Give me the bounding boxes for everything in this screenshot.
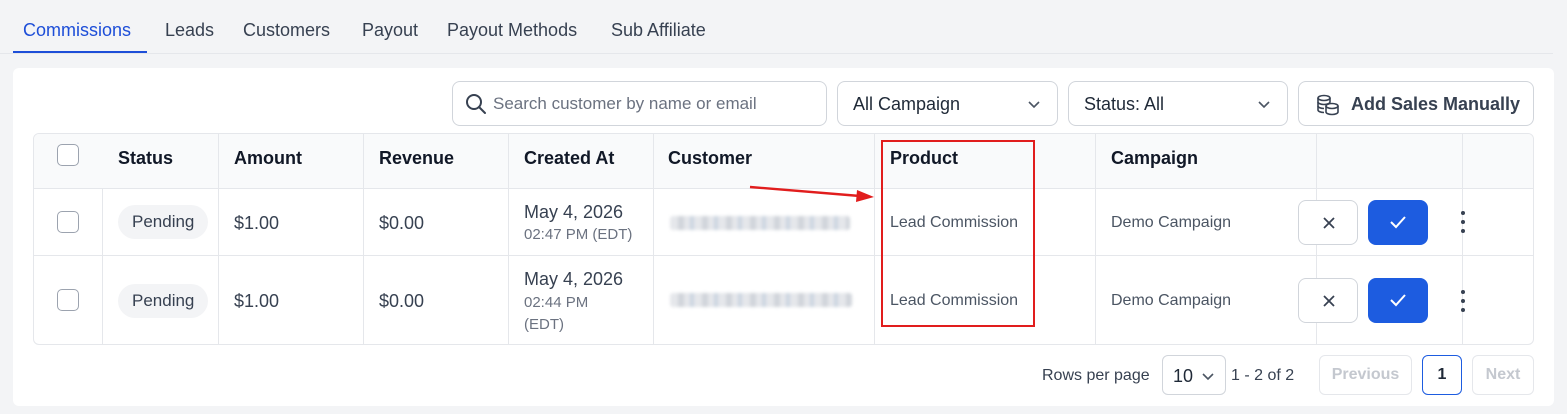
- close-icon: [1323, 217, 1335, 229]
- coins-icon: [1317, 94, 1339, 116]
- revenue-cell: $0.00: [379, 213, 425, 233]
- row-checkbox[interactable]: [57, 289, 79, 311]
- annotation-arrow-icon: [749, 185, 874, 202]
- annotation-highlight-box: [881, 140, 1035, 327]
- header-status[interactable]: Status: [118, 148, 173, 169]
- tab-sub-affiliate[interactable]: Sub Affiliate: [611, 20, 706, 41]
- check-icon: [1390, 216, 1406, 229]
- reject-button[interactable]: [1298, 278, 1358, 323]
- rows-per-page-select[interactable]: 10: [1162, 355, 1226, 395]
- revenue-cell: $0.00: [379, 291, 425, 311]
- search-icon: [466, 94, 486, 114]
- pagination-range: 1 - 2 of 2: [1231, 367, 1295, 384]
- add-sales-manually-button[interactable]: Add Sales Manually: [1298, 81, 1534, 126]
- active-tab-indicator: [13, 51, 147, 53]
- page-1-button[interactable]: 1: [1422, 355, 1462, 395]
- previous-page-button[interactable]: Previous: [1319, 355, 1412, 395]
- next-page-button[interactable]: Next: [1472, 355, 1534, 395]
- chevron-down-icon: [1258, 101, 1270, 109]
- table-header: Status Amount Revenue Created At Custome…: [34, 134, 1533, 189]
- check-icon: [1390, 294, 1406, 307]
- created-date: May 4, 2026: [524, 269, 624, 289]
- more-vertical-icon[interactable]: [1454, 209, 1472, 235]
- rows-per-page-label: Rows per page: [1042, 367, 1150, 384]
- customer-redacted: [670, 293, 852, 307]
- status-badge: Pending: [118, 205, 209, 239]
- tab-payout[interactable]: Payout: [362, 20, 418, 41]
- header-customer[interactable]: Customer: [668, 148, 752, 169]
- close-icon: [1323, 295, 1335, 307]
- amount-cell: $1.00: [234, 213, 280, 233]
- status-badge: Pending: [118, 284, 209, 318]
- header-revenue[interactable]: Revenue: [379, 148, 454, 169]
- header-campaign[interactable]: Campaign: [1111, 148, 1198, 169]
- tab-leads[interactable]: Leads: [165, 20, 214, 41]
- campaign-cell: Demo Campaign: [1111, 292, 1232, 309]
- tab-commissions[interactable]: Commissions: [23, 20, 131, 41]
- tab-customers[interactable]: Customers: [243, 20, 330, 41]
- chevron-down-icon: [1028, 101, 1040, 109]
- approve-button[interactable]: [1368, 200, 1428, 245]
- created-timezone: (EDT): [524, 316, 564, 333]
- campaign-select[interactable]: All Campaign: [837, 81, 1058, 126]
- row-checkbox[interactable]: [57, 211, 79, 233]
- more-vertical-icon[interactable]: [1454, 288, 1472, 314]
- tab-payout-methods[interactable]: Payout Methods: [447, 20, 577, 41]
- status-select[interactable]: Status: All: [1068, 81, 1288, 126]
- select-all-checkbox[interactable]: [57, 144, 79, 166]
- customer-redacted: [670, 216, 850, 230]
- created-time: 02:47 PM (EDT): [524, 226, 633, 243]
- rows-per-page-value: 10: [1173, 366, 1194, 386]
- created-time: 02:44 PM: [524, 294, 589, 311]
- tab-bar: Commissions Leads Customers Payout Payou…: [0, 0, 1553, 54]
- created-date: May 4, 2026: [524, 202, 624, 222]
- status-select-value: Status: All: [1084, 94, 1165, 114]
- amount-cell: $1.00: [234, 291, 280, 311]
- search-box: [452, 81, 827, 126]
- add-sales-label: Add Sales Manually: [1351, 94, 1521, 114]
- chevron-down-icon: [1202, 373, 1214, 381]
- header-amount[interactable]: Amount: [234, 148, 302, 169]
- header-created-at[interactable]: Created At: [524, 148, 614, 169]
- campaign-select-value: All Campaign: [853, 94, 961, 114]
- campaign-cell: Demo Campaign: [1111, 214, 1232, 231]
- reject-button[interactable]: [1298, 200, 1358, 245]
- approve-button[interactable]: [1368, 278, 1428, 323]
- search-input[interactable]: [493, 90, 818, 118]
